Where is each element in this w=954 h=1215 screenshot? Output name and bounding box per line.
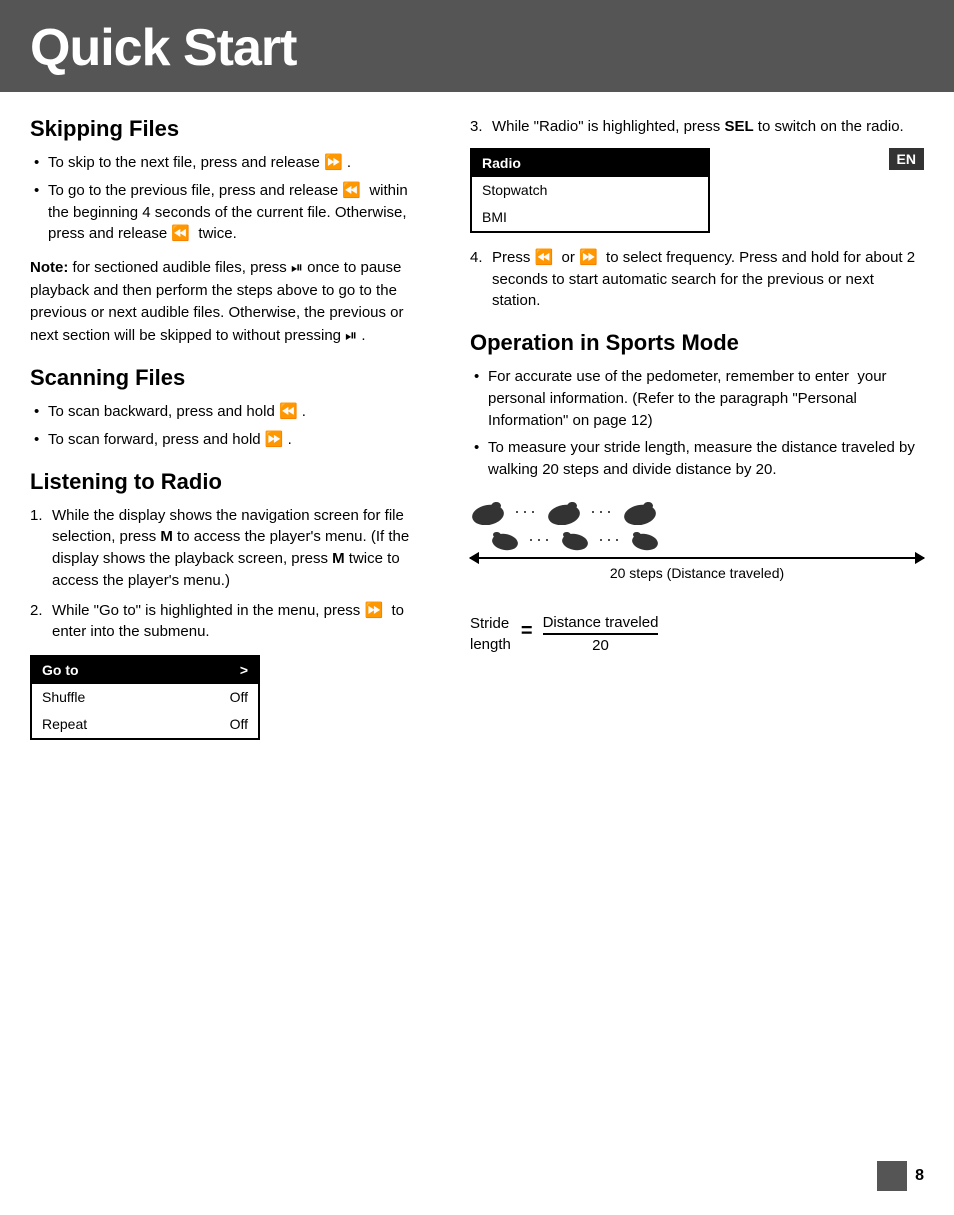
foot-icon [490, 529, 520, 551]
note-label: Note: [30, 259, 68, 276]
foot-icon [560, 529, 590, 551]
radio-menu-row-bmi: BMI [472, 204, 708, 231]
equals-sign: = [521, 620, 533, 647]
sports-mode-list: For accurate use of the pedometer, remem… [470, 366, 924, 481]
menu-label: BMI [482, 207, 507, 228]
skipping-files-title: Skipping Files [30, 116, 430, 142]
menu-value: > [240, 660, 248, 681]
stride-label: Stride length [470, 613, 511, 655]
sports-mode-title: Operation in Sports Mode [470, 330, 924, 356]
menu-value: Off [230, 714, 248, 735]
menu-value: Off [230, 687, 248, 708]
list-item: To measure your stride length, measure t… [470, 437, 924, 481]
menu-label: Radio [482, 153, 521, 174]
menu-label: Go to [42, 660, 79, 681]
scanning-files-title: Scanning Files [30, 365, 430, 391]
list-item: To go to the previous file, press and re… [30, 180, 430, 245]
foot-icon [630, 529, 660, 551]
page-number-area: 8 [877, 1161, 924, 1191]
menu-row-goto: Go to > [32, 657, 258, 684]
goto-menu-box: Go to > Shuffle Off Repeat Off [30, 655, 260, 740]
distance-arrow [470, 557, 924, 559]
list-item: While "Radio" is highlighted, press SEL … [470, 116, 924, 138]
main-content: Skipping Files To skip to the next file,… [0, 116, 954, 754]
radio-step4: Press ⏪ or ⏩ to select frequency. Press … [470, 247, 924, 312]
stride-line1: Stride [470, 613, 511, 634]
left-column: Skipping Files To skip to the next file,… [30, 116, 460, 754]
radio-menu-row-stopwatch: Stopwatch [472, 177, 708, 204]
footstep-caption: 20 steps (Distance traveled) [470, 565, 924, 581]
menu-label: Shuffle [42, 687, 85, 708]
dots-icon: ··· [590, 501, 614, 522]
listening-radio-title: Listening to Radio [30, 469, 430, 495]
language-badge: EN [889, 148, 924, 170]
dots-icon: ··· [598, 529, 622, 550]
menu-label: Stopwatch [482, 180, 547, 201]
menu-row-repeat: Repeat Off [32, 711, 258, 738]
foot-icon [546, 499, 582, 525]
right-column: While "Radio" is highlighted, press SEL … [460, 116, 924, 754]
foot-icon [622, 499, 658, 525]
stride-line2: length [470, 634, 511, 655]
menu-label: Repeat [42, 714, 87, 735]
foot-icon [470, 499, 506, 525]
listening-radio-steps: While the display shows the navigation s… [30, 505, 430, 644]
dots-icon: ··· [528, 529, 552, 550]
list-item: For accurate use of the pedometer, remem… [470, 366, 924, 431]
list-item: To scan backward, press and hold ⏪ . [30, 401, 430, 423]
page-title: Quick Start [30, 18, 924, 78]
dots-icon: ··· [514, 501, 538, 522]
list-item: While "Go to" is highlighted in the menu… [30, 600, 430, 644]
list-item: Press ⏪ or ⏩ to select frequency. Press … [470, 247, 924, 312]
arrow-line [470, 557, 924, 559]
fraction-denominator: 20 [592, 635, 609, 654]
radio-menu-box: Radio Stopwatch BMI [470, 148, 710, 233]
page-box [877, 1161, 907, 1191]
scanning-files-list: To scan backward, press and hold ⏪ . To … [30, 401, 430, 451]
fraction-numerator: Distance traveled [543, 614, 659, 633]
stride-formula: Stride length = Distance traveled 20 [470, 613, 924, 655]
page-number: 8 [915, 1167, 924, 1185]
radio-menu-row-radio: Radio [472, 150, 708, 177]
list-item: To scan forward, press and hold ⏩ . [30, 429, 430, 451]
list-item: While the display shows the navigation s… [30, 505, 430, 592]
list-item: To skip to the next file, press and rele… [30, 152, 430, 174]
page-header: Quick Start [0, 0, 954, 92]
radio-steps-continued: While "Radio" is highlighted, press SEL … [470, 116, 924, 138]
skipping-note: Note: for sectioned audible files, press… [30, 257, 430, 347]
fraction: Distance traveled 20 [543, 614, 659, 654]
footstep-diagram: ··· ··· ··· [470, 499, 924, 581]
skipping-files-list: To skip to the next file, press and rele… [30, 152, 430, 245]
menu-row-shuffle: Shuffle Off [32, 684, 258, 711]
